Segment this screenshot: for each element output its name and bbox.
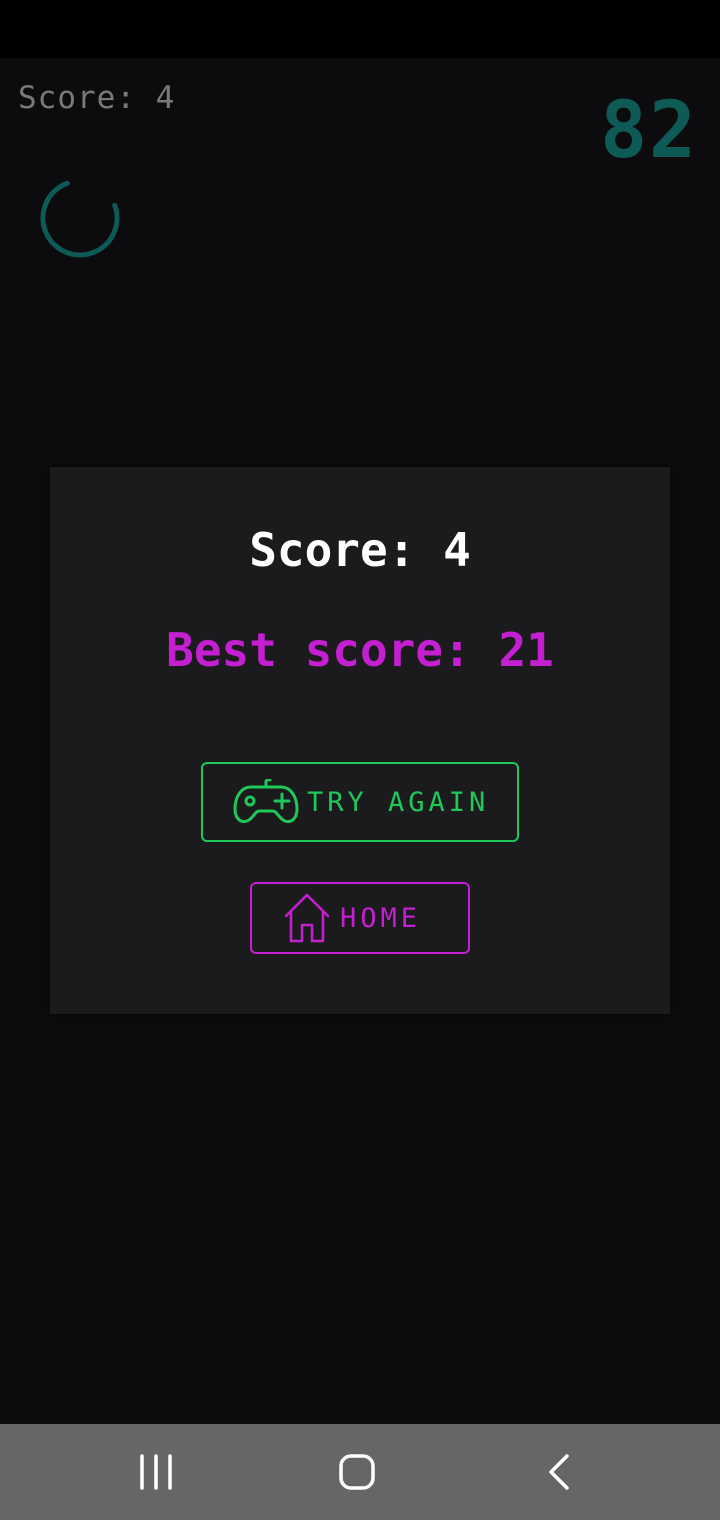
best-score: Best score: 21 [166,623,554,677]
gamepad-icon [233,779,299,823]
home-circle-icon[interactable] [337,1452,377,1492]
hud-score: Score: 4 [18,80,176,116]
final-score: Score: 4 [249,523,471,577]
system-nav-bar [0,1424,720,1520]
back-icon[interactable] [539,1452,579,1492]
home-label: HOME [340,902,422,934]
game-over-dialog: Score: 4 Best score: 21 TRY AGAIN HOME [50,467,670,1014]
recent-apps-icon[interactable] [136,1452,176,1492]
try-again-label: TRY AGAIN [307,786,490,818]
hud-timer: 82 [600,86,698,176]
home-icon [284,893,330,943]
try-again-button[interactable]: TRY AGAIN [201,762,519,842]
status-bar [0,0,720,58]
spinner-icon [40,178,120,258]
home-button[interactable]: HOME [250,882,470,954]
